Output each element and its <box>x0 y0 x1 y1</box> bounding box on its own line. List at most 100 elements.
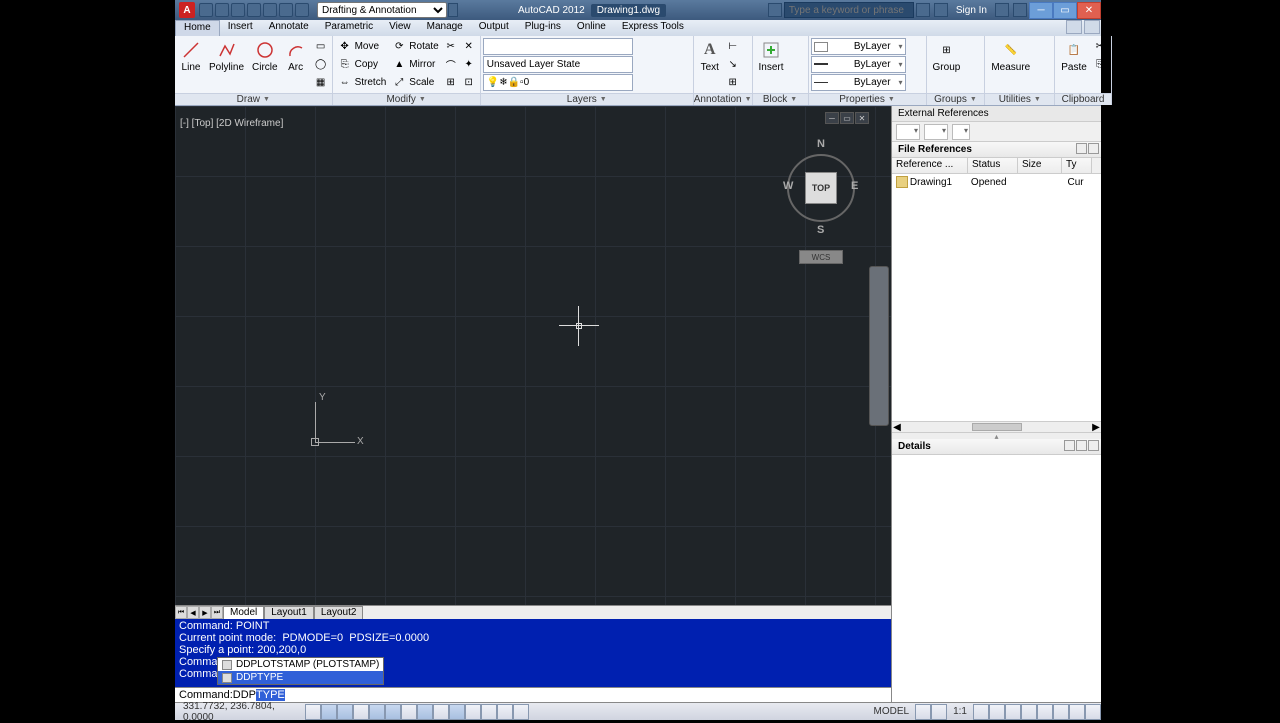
status-coords[interactable]: 331.7732, 236.7804, 0.0000 <box>175 701 305 723</box>
lineweight-combo[interactable]: ByLayer <box>811 56 906 73</box>
scroll-arrow-left-icon[interactable]: ◀ <box>892 422 902 433</box>
qat-undo-icon[interactable] <box>247 3 261 17</box>
layer-lock-icon[interactable] <box>673 38 691 55</box>
status-tpy-icon[interactable] <box>481 704 497 720</box>
close-button[interactable]: ✕ <box>1077 2 1101 19</box>
tab-model[interactable]: Model <box>223 606 264 619</box>
cut-icon[interactable]: ✂ <box>1091 38 1109 55</box>
linetype-combo[interactable]: ByLayer <box>811 74 906 91</box>
group-edit-icon[interactable] <box>964 56 982 73</box>
status-3dosnap-icon[interactable] <box>401 704 417 720</box>
col-status[interactable]: Status <box>968 158 1018 173</box>
col-name[interactable]: Reference ... <box>892 158 968 173</box>
layer-iso-icon[interactable] <box>637 56 655 73</box>
status-snap-icon[interactable] <box>321 704 337 720</box>
ungroup-icon[interactable] <box>964 38 982 55</box>
text-button[interactable]: AText <box>696 38 724 75</box>
qat-print-icon[interactable] <box>279 3 293 17</box>
tab-parametric[interactable]: Parametric <box>317 20 381 36</box>
help-search-input[interactable] <box>784 2 914 18</box>
layer-uniso-icon[interactable] <box>673 56 691 73</box>
search-prefix-icon[interactable] <box>768 3 782 17</box>
erase-icon[interactable]: ✕ <box>460 38 478 55</box>
xref-view-list-icon[interactable] <box>1076 143 1087 154</box>
status-annovisible-icon[interactable] <box>989 704 1005 720</box>
tab-annotate[interactable]: Annotate <box>261 20 317 36</box>
col-size[interactable]: Size <box>1018 158 1062 173</box>
status-dyn-icon[interactable] <box>449 704 465 720</box>
scale-button[interactable]: ⤢Scale <box>389 74 441 91</box>
status-osnap-icon[interactable] <box>385 704 401 720</box>
stretch-button[interactable]: ⇔Stretch <box>335 74 390 91</box>
status-ws-switch-icon[interactable] <box>1021 704 1037 720</box>
workspace-selector[interactable]: Drafting & Annotation <box>317 2 447 18</box>
tab-express[interactable]: Express Tools <box>614 20 692 36</box>
polyline-button[interactable]: Polyline <box>205 38 248 75</box>
xref-attach-icon[interactable] <box>896 124 920 140</box>
autocomplete-item[interactable]: DDPTYPE <box>218 671 383 684</box>
tab-online[interactable]: Online <box>569 20 614 36</box>
status-model[interactable]: MODEL <box>868 706 916 717</box>
col-type[interactable]: Ty <box>1062 158 1092 173</box>
create-block-icon[interactable] <box>788 38 806 55</box>
dimension-icon[interactable]: ⊢ <box>724 38 742 55</box>
layout-nav-next-icon[interactable]: ▶ <box>199 606 211 619</box>
status-qp-icon[interactable] <box>497 704 513 720</box>
status-lwt-icon[interactable] <box>465 704 481 720</box>
compass-s[interactable]: S <box>817 224 824 236</box>
app-logo-icon[interactable]: A <box>179 2 195 18</box>
qat-plot-icon[interactable] <box>295 3 309 17</box>
viewcube-face[interactable]: TOP <box>805 172 837 204</box>
status-autoscale-icon[interactable] <box>1005 704 1021 720</box>
layer-off-icon[interactable] <box>655 74 673 91</box>
group-select-icon[interactable] <box>964 74 982 91</box>
ribbon-minimize-button[interactable] <box>1084 20 1100 34</box>
status-hardware-icon[interactable] <box>1053 704 1069 720</box>
status-polar-icon[interactable] <box>369 704 385 720</box>
status-annoscale-icon[interactable] <box>973 704 989 720</box>
minimize-button[interactable]: ─ <box>1029 2 1053 19</box>
offset-icon[interactable]: ⊡ <box>460 74 478 91</box>
prop-list-icon[interactable] <box>906 56 924 73</box>
compass-w[interactable]: W <box>783 180 793 192</box>
fillet-icon[interactable]: ⌒ <box>442 56 460 73</box>
color-combo[interactable]: ByLayer <box>811 38 906 55</box>
panel-modify-label[interactable]: Modify▼ <box>333 93 480 105</box>
qat-save-icon[interactable] <box>231 3 245 17</box>
status-otrack-icon[interactable] <box>417 704 433 720</box>
panel-block-label[interactable]: Block▼ <box>753 93 808 105</box>
layer-state-combo[interactable]: Unsaved Layer State <box>483 56 633 73</box>
autocomplete-item[interactable]: DDPLOTSTAMP (PLOTSTAMP) <box>218 658 383 671</box>
help-icon[interactable] <box>1013 3 1027 17</box>
circle-button[interactable]: Circle <box>248 38 282 75</box>
ellipse-icon[interactable]: ◯ <box>312 56 330 73</box>
details-collapse-icon[interactable] <box>1088 440 1099 451</box>
trim-icon[interactable]: ✂ <box>442 38 460 55</box>
panel-annotation-label[interactable]: Annotation▼ <box>694 93 752 105</box>
panel-properties-label[interactable]: Properties▼ <box>809 93 926 105</box>
exchange-icon[interactable] <box>995 3 1009 17</box>
paste-special-icon[interactable] <box>1091 74 1109 91</box>
layer-prev-icon[interactable] <box>655 56 673 73</box>
status-isolate-icon[interactable] <box>1069 704 1085 720</box>
leader-icon[interactable]: ↘ <box>724 56 742 73</box>
measure-button[interactable]: 📏Measure <box>987 38 1034 75</box>
drawing-area[interactable]: ─ ▭ ✕ N S W E TOP WCS Y <box>175 106 891 702</box>
hatch-icon[interactable]: ▦ <box>312 74 330 91</box>
viewport-close-icon[interactable]: ✕ <box>855 112 869 124</box>
layout-nav-prev-icon[interactable]: ◀ <box>187 606 199 619</box>
tab-layout1[interactable]: Layout1 <box>264 606 314 619</box>
tab-output[interactable]: Output <box>471 20 517 36</box>
tab-view[interactable]: View <box>381 20 419 36</box>
viewcube-wcs[interactable]: WCS <box>799 250 843 264</box>
array-icon[interactable]: ⊞ <box>442 74 460 91</box>
qat-new-icon[interactable] <box>199 3 213 17</box>
tab-home[interactable]: Home <box>175 20 220 36</box>
select-all-icon[interactable] <box>1034 38 1052 55</box>
xref-refresh-icon[interactable] <box>924 124 948 140</box>
tab-layout2[interactable]: Layout2 <box>314 606 364 619</box>
layer-states-icon[interactable] <box>673 74 691 91</box>
rectangle-icon[interactable]: ▭ <box>312 38 330 55</box>
tab-plugins[interactable]: Plug-ins <box>517 20 569 36</box>
layer-freeze-icon[interactable] <box>637 74 655 91</box>
